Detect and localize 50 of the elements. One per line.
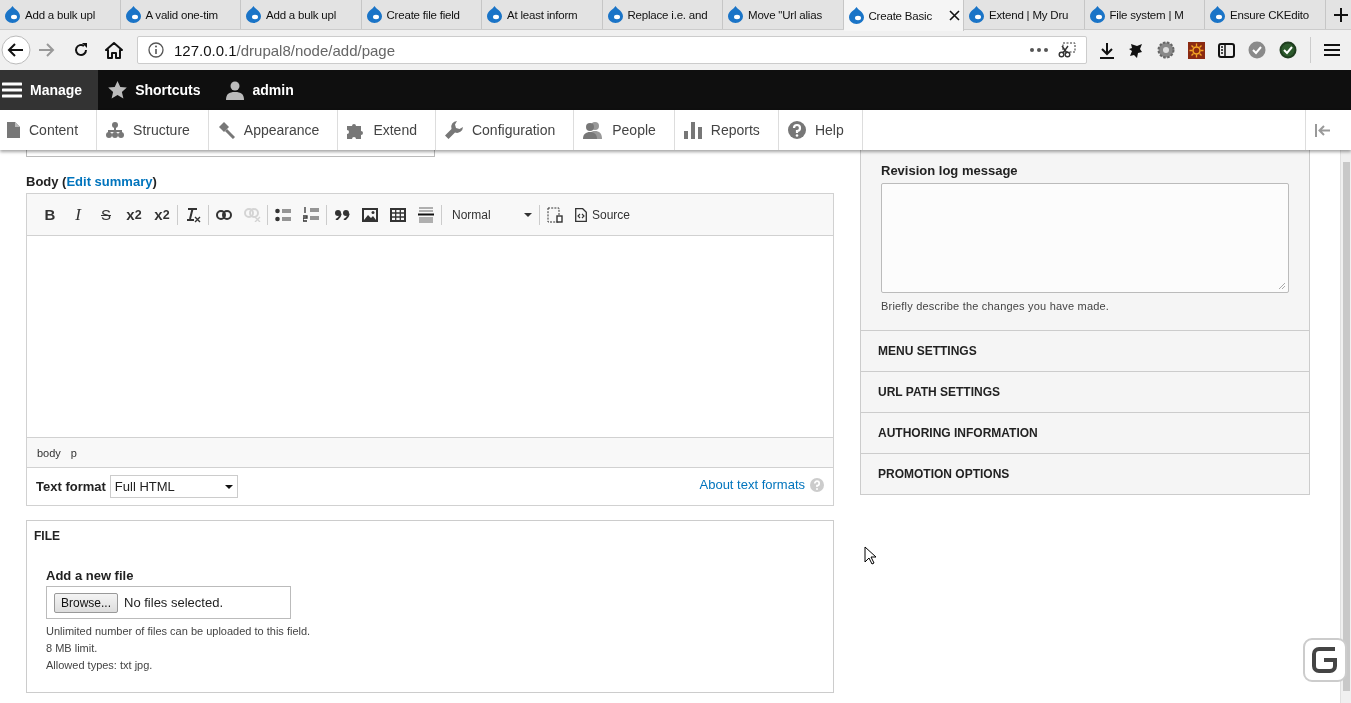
fieldset-legend: FILE: [34, 529, 826, 543]
browser-tab[interactable]: Extend | My Dru: [964, 0, 1085, 29]
tray-link[interactable]: Structure: [97, 110, 209, 150]
editor-button[interactable]: B: [36, 200, 64, 229]
browser-tab[interactable]: Add a bulk upl: [0, 0, 121, 29]
help-text: Briefly describe the changes you have made.: [881, 300, 1111, 312]
url-text: 127.0.0.1/drupal8/node/add/page: [174, 41, 397, 59]
help-text: 8 MB limit.: [46, 641, 99, 656]
tray-link[interactable]: Reports: [674, 110, 779, 150]
toolbar-tab[interactable]: Shortcuts: [98, 70, 217, 110]
accordion-section[interactable]: URL PATH SETTINGS: [861, 372, 1309, 413]
text-format-label: Text format: [36, 479, 106, 494]
browse-button[interactable]: Browse...: [54, 592, 118, 613]
text-format-select[interactable]: Full HTML: [109, 475, 238, 498]
address-bar[interactable]: 127.0.0.1/drupal8/node/add/page: [137, 36, 1087, 64]
browser-tab[interactable]: Create file field: [361, 0, 482, 29]
browser-tab[interactable]: Replace i.e. and: [602, 0, 723, 29]
editor-button[interactable]: I: [64, 200, 92, 229]
tray-link[interactable]: Appearance: [208, 110, 339, 150]
toolbar-tab[interactable]: Manage: [0, 70, 99, 110]
file-input[interactable]: Browse... No files selected.: [46, 586, 291, 619]
about-text-formats-link[interactable]: About text formats: [699, 477, 805, 492]
file-status: No files selected.: [124, 595, 223, 610]
field-label: Body (Edit summary): [26, 174, 157, 189]
toolbar-tab[interactable]: admin: [216, 70, 310, 110]
element-path-item[interactable]: body: [35, 446, 63, 459]
format-dropdown[interactable]: Normal: [446, 201, 538, 228]
element-path-item[interactable]: p: [68, 446, 79, 459]
field-label: Revision log message: [881, 163, 1019, 178]
editor-button[interactable]: S: [92, 200, 120, 229]
source-button[interactable]: Source: [569, 201, 637, 228]
tray-link[interactable]: Help: [778, 110, 863, 150]
accordion-section[interactable]: AUTHORING INFORMATION: [861, 413, 1309, 454]
browser-tab[interactable]: At least inform: [482, 0, 603, 29]
browser-tab[interactable]: Move "Url alias: [723, 0, 844, 29]
tray-link[interactable]: Extend: [338, 110, 436, 150]
browser-tab[interactable]: File system | M: [1084, 0, 1205, 29]
browser-tab[interactable]: Create Basic: [843, 0, 964, 31]
tray-link[interactable]: Content: [0, 110, 98, 150]
tray-link[interactable]: Configuration: [435, 110, 575, 150]
edit-summary-link[interactable]: Edit summary: [66, 174, 153, 189]
browser-tab[interactable]: Add a bulk upl: [241, 0, 362, 29]
browser-tab[interactable]: Ensure CKEdito: [1205, 0, 1326, 29]
accordion-section[interactable]: MENU SETTINGS: [861, 331, 1309, 372]
accordion-section[interactable]: PROMOTION OPTIONS: [861, 454, 1309, 494]
help-text: Unlimited number of files can be uploaded to this field.: [46, 624, 312, 639]
tray-link[interactable]: People: [574, 110, 675, 150]
browser-tab[interactable]: A valid one-tim: [120, 0, 241, 29]
help-text: Allowed types: txt jpg.: [46, 658, 154, 673]
field-label: Add a new file: [46, 568, 135, 583]
